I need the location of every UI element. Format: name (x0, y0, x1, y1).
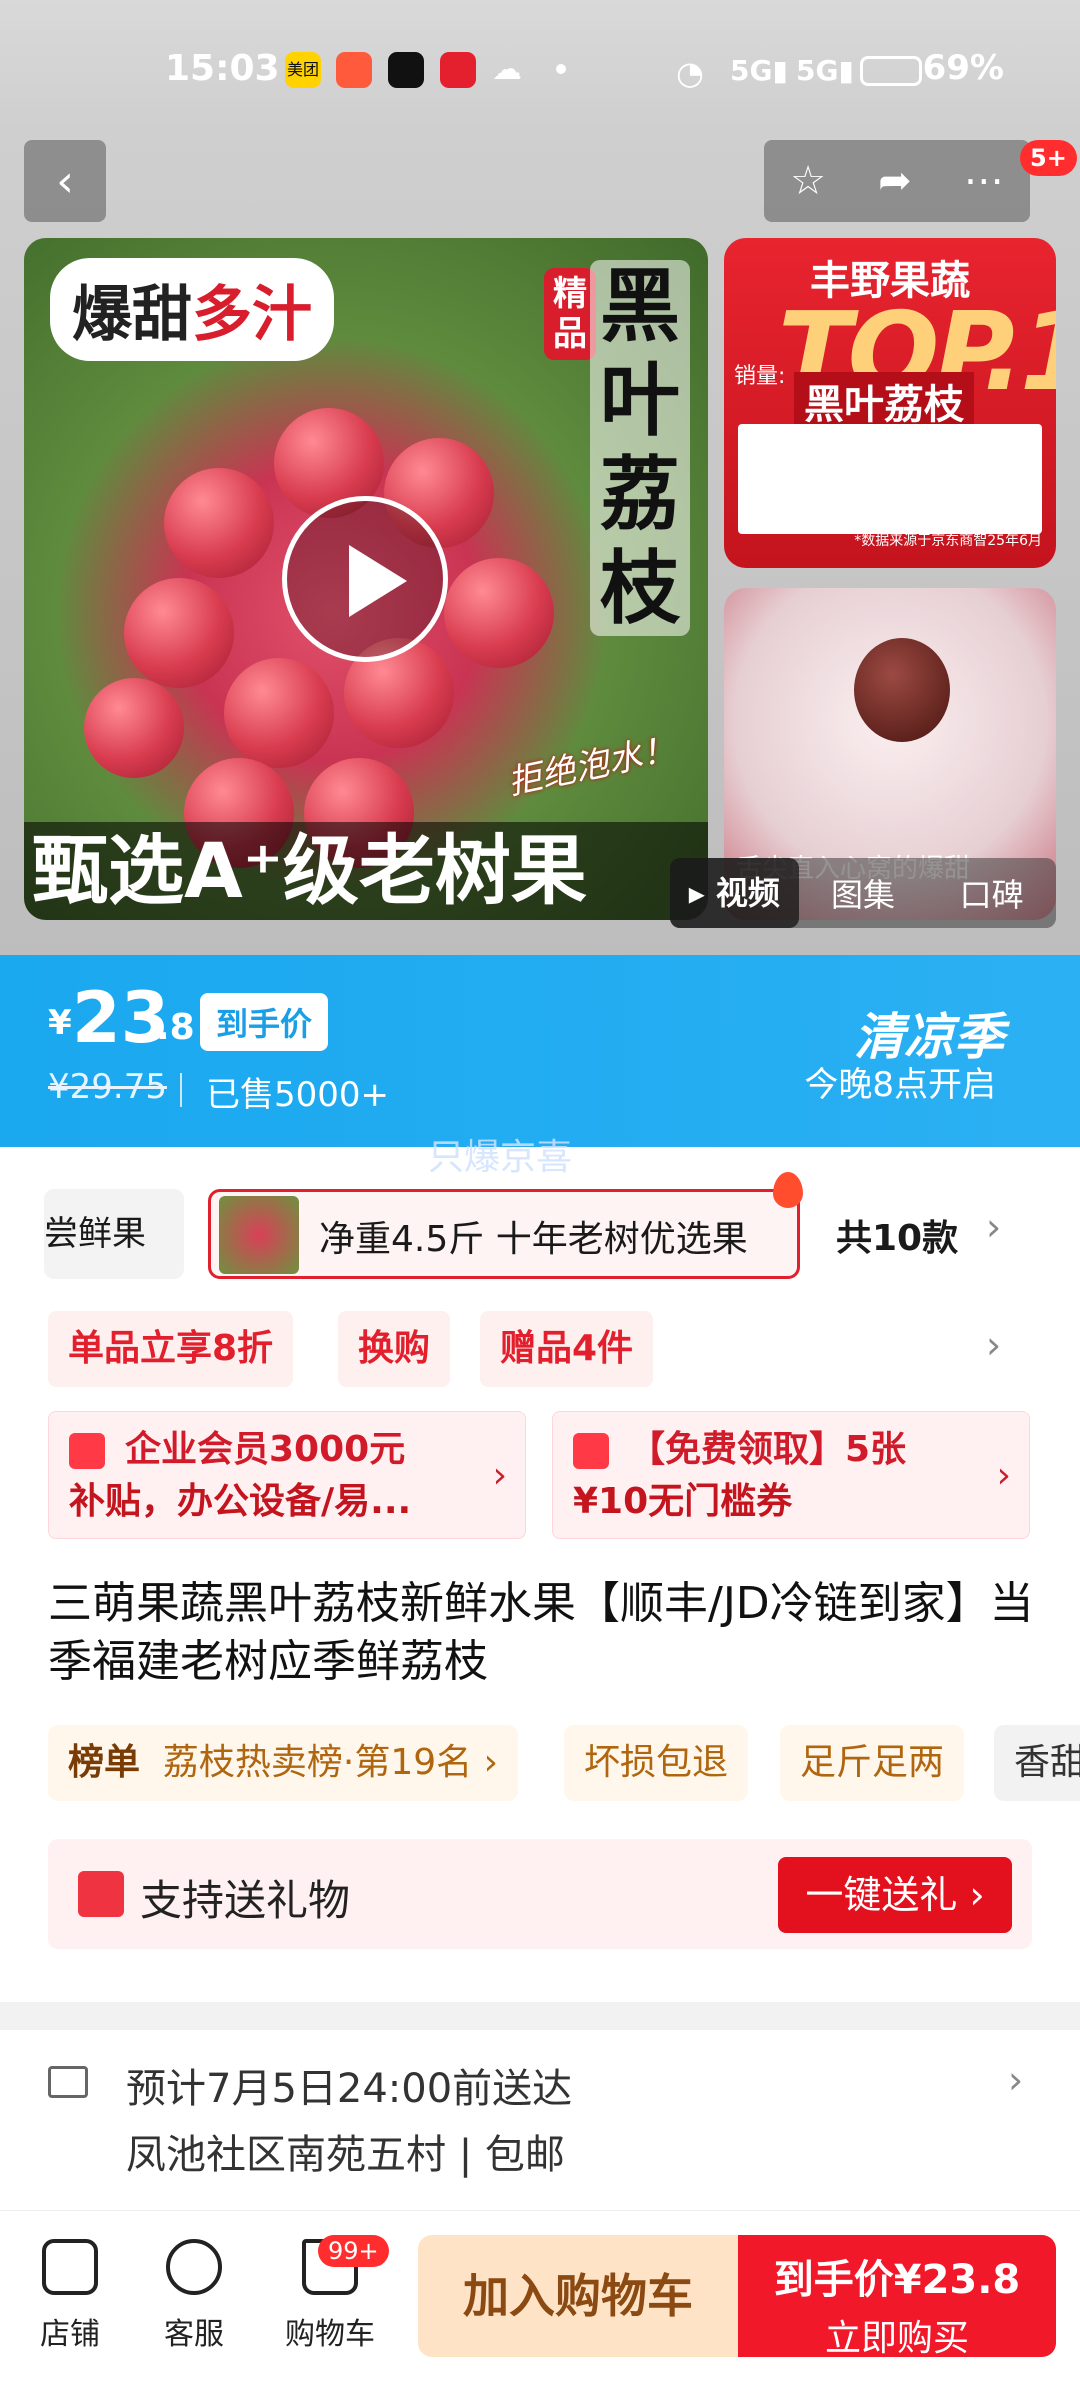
app-root: 15:03 美团 ☁ 69% ◔ 5G▮ 5G▮ ‹ ☆ ➦ ⋯ 5+ 爆甜多汁… (0, 0, 1080, 2400)
gift-icon (78, 1871, 124, 1917)
service-icon (166, 2239, 222, 2295)
image-vertical-title: 黑叶荔枝 (590, 260, 690, 636)
tab-gallery[interactable]: 图集 (799, 870, 928, 916)
coupon-enterprise[interactable]: 企业会员3000元 补贴，办公设备/易... › (48, 1411, 526, 1539)
main-video-thumbnail[interactable]: 爆甜多汁 精品 黑叶荔枝 拒绝泡水！ 甄选A⁺级老树果 (24, 238, 708, 920)
status-time: 15:03 (165, 48, 280, 89)
final-price-tag: 到手价 (200, 993, 329, 1051)
campaign-subtitle: 今晚8点开启 (804, 1065, 996, 1105)
variant-option-selected[interactable]: 净重4.5斤 十年老树优选果 (208, 1172, 803, 1279)
chevron-right-icon: › (1008, 2058, 1024, 2102)
wechat-icon: ☁ (492, 52, 522, 87)
action-group: ☆ ➦ ⋯ (764, 140, 1030, 222)
sales-label: 销量: (734, 364, 786, 389)
signal-icon: 5G▮ (730, 54, 788, 87)
return-chip[interactable]: 坏损包退 (564, 1725, 749, 1801)
currency-symbol: ¥ (48, 1003, 72, 1043)
chevron-left-icon: ‹ (56, 155, 74, 207)
add-to-cart-button[interactable]: 加入购物车 (418, 2235, 738, 2357)
price-integer: 23 (72, 977, 170, 1059)
buy-now-button[interactable]: 到手价¥23.8 立即购买 (738, 2235, 1056, 2359)
variant-thumbnail (219, 1196, 299, 1274)
divider (180, 1073, 182, 1107)
tab-video[interactable]: ▸ 视频 (670, 858, 799, 928)
price-banner: ¥ 23 .8 到手价 ¥29.75 已售5000+ 清凉季 今晚8点开启 (0, 955, 1080, 1147)
play-icon[interactable] (282, 496, 448, 662)
data-screenshot (738, 424, 1042, 534)
battery-percent: 69% (922, 48, 1004, 88)
share-icon[interactable]: ➦ (878, 158, 912, 204)
battery-icon (860, 56, 922, 86)
original-price: ¥29.75 (48, 1067, 167, 1107)
product-info-card: 尝鲜果 净重4.5斤 十年老树优选果 共10款 › 单品立享8折 换购 赠品4件… (0, 1147, 1080, 2002)
chevron-right-icon[interactable]: › (986, 1205, 1001, 1249)
service-button[interactable]: 客服 (144, 2239, 244, 2353)
message-badge: 5+ (1020, 140, 1077, 176)
delivery-address: 凤池社区南苑五村 | 包邮 (126, 2132, 565, 2178)
status-bar: 15:03 美团 ☁ 69% ◔ 5G▮ 5G▮ (0, 0, 1080, 130)
chevron-right-icon: › (996, 1455, 1011, 1496)
back-button[interactable]: ‹ (24, 140, 106, 222)
coupon-free[interactable]: 【免费领取】5张 ¥10无门槛券 › (552, 1411, 1030, 1539)
tab-reviews[interactable]: 口碑 (927, 870, 1056, 916)
product-title: 三萌果蔬黑叶荔枝新鲜水果【顺丰/JD冷链到家】当季福建老树应季鲜荔枝 (48, 1578, 1034, 1687)
cart-badge: 99+ (318, 2235, 389, 2267)
app-notification-icon (336, 52, 372, 88)
meituan-app-icon: 美团 (285, 52, 321, 88)
more-icon[interactable]: ⋯ (964, 158, 1004, 204)
promo-exchange[interactable]: 换购 (338, 1311, 451, 1387)
variant-count[interactable]: 共10款 (836, 1209, 958, 1261)
ranking-chip[interactable]: 榜单 荔枝热卖榜·第19名 › (48, 1725, 518, 1801)
gift-section: 支持送礼物 一键送礼 › (48, 1839, 1032, 1949)
chevron-right-icon[interactable]: › (986, 1323, 1001, 1367)
star-icon[interactable]: ☆ (790, 158, 826, 204)
store-icon (42, 2239, 98, 2295)
watermark: 只爆京喜 (428, 1137, 573, 1178)
chevron-right-icon: › (492, 1455, 507, 1496)
price-decimal: .8 (156, 1007, 195, 1048)
variant-option[interactable]: 尝鲜果 (44, 1189, 184, 1279)
sold-count: 已售5000+ (206, 1075, 390, 1115)
signal-icon: 5G▮ (796, 54, 854, 87)
image-script-text: 拒绝泡水！ (504, 728, 680, 804)
image-bottom-text: 甄选A⁺级老树果 (24, 822, 708, 920)
hot-icon (773, 1172, 803, 1208)
variant-selector: 尝鲜果 净重4.5斤 十年老树优选果 共10款 › (0, 1172, 1080, 1281)
gift-text: 支持送礼物 (140, 1876, 351, 1925)
taste-chip[interactable]: 香甜 (994, 1725, 1080, 1801)
delivery-eta: 预计7月5日24:00前送达 (126, 2066, 573, 2112)
data-source-note: *数据来源于京东商智25年6月 (854, 533, 1042, 549)
image-badge: 精品 (544, 268, 596, 360)
truck-icon (48, 2066, 88, 2098)
promo-discount[interactable]: 单品立享8折 (48, 1311, 294, 1387)
more-dot-icon (556, 64, 566, 74)
tiktok-icon (388, 52, 424, 88)
weight-chip[interactable]: 足斤足两 (780, 1725, 965, 1801)
store-button[interactable]: 店铺 (20, 2239, 120, 2353)
lychee-seed (854, 638, 950, 742)
product-name-label: 黑叶荔枝 (794, 372, 974, 430)
send-gift-button[interactable]: 一键送礼 › (778, 1857, 1012, 1933)
delivery-section[interactable]: 预计7月5日24:00前送达 凤池社区南苑五村 | 包邮 › (0, 2030, 1080, 2220)
variant-label: 净重4.5斤 十年老树优选果 (319, 1219, 748, 1260)
coupon-icon (573, 1433, 609, 1469)
app-notification-icon (440, 52, 476, 88)
media-tabs: ▸ 视频 图集 口碑 (670, 858, 1056, 928)
side-image-ranking[interactable]: 丰野果蔬 TOP.1 销量: 黑叶荔枝 *数据来源于京东商智25年6月 (724, 238, 1056, 568)
image-tag: 爆甜多汁 (50, 258, 334, 361)
promo-gift[interactable]: 赠品4件 (480, 1311, 654, 1387)
wifi-icon: ◔ (676, 54, 704, 92)
user-icon (69, 1433, 105, 1469)
bottom-action-bar: 店铺 客服 购物车 99+ 加入购物车 到手价¥23.8 立即购买 (0, 2210, 1080, 2400)
